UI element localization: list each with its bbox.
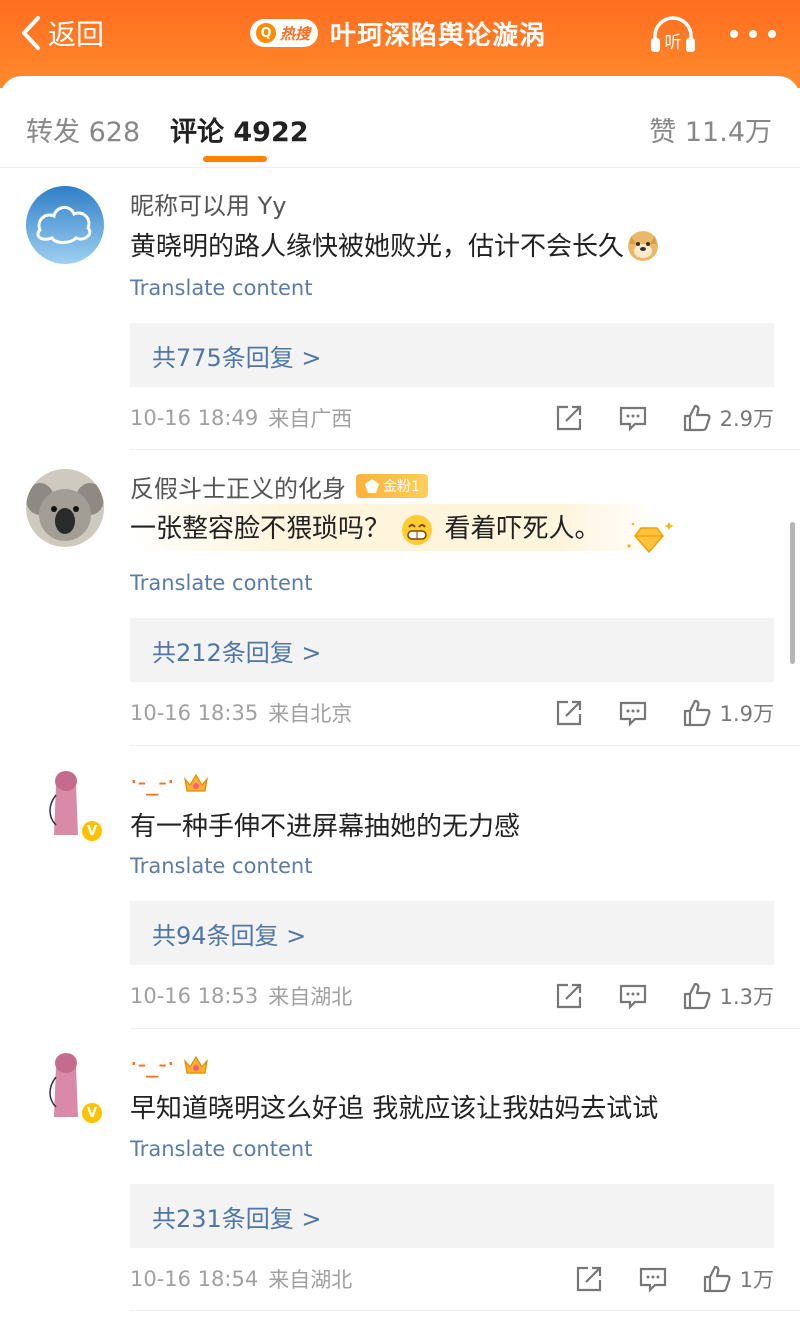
hot-search-label: 热搜	[280, 24, 311, 43]
fan-badge-label: 金粉1	[383, 479, 420, 495]
replies-link[interactable]: 共231条回复 >	[130, 1184, 774, 1248]
more-dot-icon	[768, 30, 776, 38]
comment-text: 早知道晓明这么好追 我就应该让我姑妈去试试	[130, 1088, 658, 1125]
more-dot-icon	[730, 30, 738, 38]
comment-divider	[130, 1310, 800, 1311]
translate-link[interactable]: Translate content	[130, 276, 312, 300]
like-count: 2.9万	[719, 407, 774, 431]
verified-badge-icon: V	[80, 1101, 104, 1125]
timestamp: 10-16 18:49	[130, 406, 259, 430]
fan-level-badge: 金粉1	[356, 474, 428, 498]
replies-link[interactable]: 共212条回复 >	[130, 618, 774, 682]
comment-text-content: 看着吓死人。	[444, 514, 601, 544]
forward-icon[interactable]	[554, 981, 584, 1011]
location: 来自湖北	[268, 1268, 353, 1292]
comment-divider	[130, 1028, 800, 1029]
comment-icon[interactable]	[618, 698, 648, 728]
tab-repost[interactable]: 转发 628	[26, 110, 140, 149]
replies-label: 共775条回复 >	[152, 343, 322, 372]
like-count: 1万	[739, 1268, 774, 1292]
nickname[interactable]: 昵称可以用 Yy	[130, 186, 287, 221]
location: 来自北京	[268, 702, 353, 726]
replies-link[interactable]: 共94条回复 >	[130, 901, 774, 965]
comment-icon[interactable]	[618, 981, 648, 1011]
tab-comment[interactable]: 评论 4922	[170, 110, 309, 149]
comment-text: 黄晓明的路人缘快被她败光，估计不会长久	[130, 226, 662, 263]
timestamp: 10-16 18:53	[130, 984, 259, 1008]
translate-link[interactable]: Translate content	[130, 854, 312, 878]
crown-icon	[183, 1055, 208, 1074]
comment-actions: 1.9万	[554, 693, 774, 733]
doge-emoji-icon	[628, 230, 659, 261]
replies-label: 共231条回复 >	[152, 1204, 322, 1233]
location: 来自广西	[268, 407, 353, 431]
comment-text-content: 早知道晓明这么好追 我就应该让我姑妈去试试	[130, 1094, 659, 1124]
thumbs-up-icon[interactable]	[682, 698, 712, 728]
comment-meta: 10-16 18:35 来自北京	[130, 698, 352, 728]
highlighted-comment: 一张整容脸不猥琐吗？ 看着吓死人。	[130, 504, 674, 554]
thumbs-up-icon[interactable]	[682, 403, 712, 433]
crown-icon	[183, 773, 208, 792]
timestamp: 10-16 18:54	[130, 1267, 259, 1291]
grin-emoji-icon	[402, 514, 433, 545]
forward-icon[interactable]	[554, 403, 584, 433]
comment-divider	[130, 449, 800, 450]
comment-text: 一张整容脸不猥琐吗？ 看着吓死人。	[130, 504, 674, 554]
verified-badge-icon: V	[80, 819, 104, 843]
like-count: 1.3万	[719, 985, 774, 1009]
like-count: 1.9万	[719, 702, 774, 726]
comment-text-content: 一张整容脸不猥琐吗？	[130, 514, 391, 544]
thumbs-up-icon[interactable]	[702, 1264, 732, 1294]
comment-text-content: 黄晓明的路人缘快被她败光，估计不会长久	[130, 232, 625, 262]
nickname[interactable]: ·-_-·	[130, 768, 175, 796]
avatar[interactable]	[26, 469, 104, 547]
comment-meta: 10-16 18:54 来自湖北	[130, 1264, 352, 1294]
gem-icon	[365, 479, 379, 493]
translate-link[interactable]: Translate content	[130, 1137, 312, 1161]
forward-icon[interactable]	[554, 698, 584, 728]
scrollbar[interactable]	[790, 522, 795, 664]
comment-icon[interactable]	[638, 1264, 668, 1294]
more-dot-icon	[749, 30, 757, 38]
comment-divider	[130, 745, 800, 746]
comment-actions: 1.3万	[554, 976, 774, 1016]
forward-icon[interactable]	[574, 1264, 604, 1294]
replies-link[interactable]: 共775条回复 >	[130, 323, 774, 387]
search-icon: Q	[256, 23, 276, 43]
comment-actions: 1万	[574, 1259, 774, 1299]
timestamp: 10-16 18:35	[130, 701, 259, 725]
chevron-left-icon	[22, 16, 40, 50]
thumbs-up-icon[interactable]	[682, 981, 712, 1011]
comment-actions: 2.9万	[554, 398, 774, 438]
top-bar: 返回 Q 热搜 叶珂深陷舆论漩涡 听	[0, 0, 800, 88]
page-title: 叶珂深陷舆论漩涡	[330, 20, 547, 51]
replies-label: 共94条回复 >	[152, 921, 307, 950]
tab-bar: 转发 628 评论 4922 赞 11.4万	[0, 100, 800, 168]
back-button[interactable]: 返回	[20, 10, 104, 56]
comment-text-content: 有一种手伸不进屏幕抽她的无力感	[130, 812, 521, 842]
comment-icon[interactable]	[618, 403, 648, 433]
translate-link[interactable]: Translate content	[130, 571, 312, 595]
replies-label: 共212条回复 >	[152, 638, 322, 667]
tab-like[interactable]: 赞 11.4万	[649, 110, 772, 149]
more-button[interactable]	[730, 22, 776, 46]
page-title-group: Q 热搜 叶珂深陷舆论漩涡	[250, 12, 546, 54]
avatar[interactable]	[26, 186, 104, 264]
headphones-icon[interactable]: 听	[648, 14, 698, 54]
nickname[interactable]: ·-_-·	[130, 1050, 175, 1078]
comment-text: 有一种手伸不进屏幕抽她的无力感	[130, 806, 520, 843]
diamond-sparkle-icon	[626, 522, 674, 554]
back-label: 返回	[48, 18, 105, 51]
comment-meta: 10-16 18:49 来自广西	[130, 403, 352, 433]
active-tab-indicator	[203, 156, 267, 162]
listen-label: 听	[665, 33, 682, 53]
comment-meta: 10-16 18:53 来自湖北	[130, 981, 352, 1011]
nickname[interactable]: 反假斗士正义的化身	[130, 469, 346, 504]
hot-search-badge: Q 热搜	[250, 19, 319, 47]
location: 来自湖北	[268, 985, 353, 1009]
